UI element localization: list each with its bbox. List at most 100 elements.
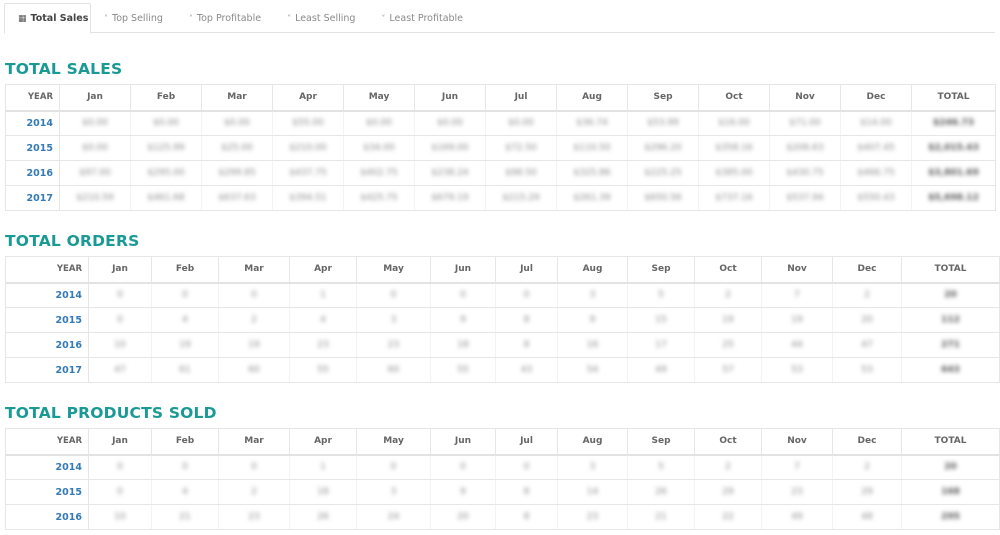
column-header-dec[interactable]: Dec (840, 84, 912, 112)
year-link[interactable]: 2014 (5, 282, 89, 308)
month-value-cell: $0.00 (414, 110, 486, 136)
column-header-year[interactable]: YEAR (5, 84, 60, 112)
table-row: 2014 0 0 0 1 0 0 0 3 5 2 7 2 20 (5, 282, 1000, 308)
column-header-apr[interactable]: Apr (289, 428, 357, 456)
column-header-aug[interactable]: Aug (557, 256, 628, 284)
column-header-jul[interactable]: Jul (495, 256, 558, 284)
column-header-nov[interactable]: Nov (761, 428, 833, 456)
tab-label: Top Selling (112, 12, 163, 24)
section-title-total-sales: TOTAL SALES (5, 60, 123, 78)
column-header-dec[interactable]: Dec (832, 428, 902, 456)
tab-label: Top Profitable (196, 12, 262, 24)
tab-label: Total Sales (30, 13, 89, 24)
month-value-cell: 10 (88, 332, 152, 358)
column-header-year[interactable]: YEAR (5, 428, 89, 456)
month-value-cell: $650.56 (627, 185, 699, 211)
year-link[interactable]: 2016 (5, 504, 89, 530)
month-value-cell: $637.63 (201, 185, 273, 211)
column-header-mar[interactable]: Mar (218, 256, 290, 284)
month-value-cell: $0.00 (59, 110, 131, 136)
chevron-double-down-icon: ˅ (287, 13, 292, 23)
column-header-total[interactable]: TOTAL (901, 256, 1000, 284)
tab-total-sales[interactable]: ▦ Total Sales (4, 3, 91, 34)
month-value-cell: $437.75 (272, 160, 344, 186)
column-header-total[interactable]: TOTAL (901, 428, 1000, 456)
month-value-cell: 19 (151, 332, 219, 358)
month-value-cell: 9 (557, 307, 628, 333)
month-value-cell: $72.50 (485, 135, 557, 161)
column-header-mar[interactable]: Mar (218, 428, 290, 456)
year-link[interactable]: 2014 (5, 454, 89, 480)
month-value-cell: $466.75 (840, 160, 912, 186)
column-header-sep[interactable]: Sep (627, 84, 699, 112)
column-header-jun[interactable]: Jun (430, 256, 496, 284)
month-value-cell: 1 (289, 454, 357, 480)
row-total-cell: 20 (901, 454, 1000, 480)
column-header-nov[interactable]: Nov (769, 84, 841, 112)
column-header-may[interactable]: May (343, 84, 415, 112)
month-value-cell: 47 (88, 357, 152, 383)
month-value-cell: 49 (761, 504, 833, 530)
column-header-jun[interactable]: Jun (430, 428, 496, 456)
column-header-aug[interactable]: Aug (556, 84, 628, 112)
column-header-jul[interactable]: Jul (495, 428, 558, 456)
month-value-cell: 3 (356, 307, 431, 333)
column-header-apr[interactable]: Apr (272, 84, 344, 112)
total-products-sold-table: YEAR Jan Feb Mar Apr May Jun Jul Aug Sep Oct Nov Dec… (5, 428, 1000, 530)
month-value-cell: 19 (694, 307, 762, 333)
column-header-jul[interactable]: Jul (485, 84, 557, 112)
year-link[interactable]: 2015 (5, 479, 89, 505)
year-link[interactable]: 2015 (5, 307, 89, 333)
month-value-cell: 26 (289, 504, 357, 530)
column-header-feb[interactable]: Feb (130, 84, 202, 112)
column-header-may[interactable]: May (356, 256, 431, 284)
table-icon: ▦ (18, 13, 27, 24)
tab-least-profitable[interactable]: ˅ Least Profitable (368, 3, 476, 33)
year-link[interactable]: 2017 (5, 185, 60, 211)
year-link[interactable]: 2017 (5, 357, 89, 383)
column-header-oct[interactable]: Oct (694, 428, 762, 456)
column-header-total[interactable]: TOTAL (911, 84, 996, 112)
month-value-cell: $461.68 (130, 185, 202, 211)
tab-top-selling[interactable]: ˄ Top Selling (91, 3, 176, 33)
column-header-sep[interactable]: Sep (627, 428, 695, 456)
column-header-oct[interactable]: Oct (694, 256, 762, 284)
year-link[interactable]: 2016 (5, 332, 89, 358)
column-header-feb[interactable]: Feb (151, 256, 219, 284)
month-value-cell: 1 (289, 282, 357, 308)
column-header-dec[interactable]: Dec (832, 256, 902, 284)
table-header-row: YEAR Jan Feb Mar Apr May Jun Jul Aug Sep Oct Nov Dec… (5, 256, 1000, 284)
month-value-cell: 0 (88, 454, 152, 480)
column-header-aug[interactable]: Aug (557, 428, 628, 456)
month-value-cell: 0 (218, 282, 290, 308)
table-row: 2015 0 4 2 18 3 9 8 14 26 29 23 29 168 (5, 479, 1000, 505)
column-header-mar[interactable]: Mar (201, 84, 273, 112)
month-value-cell: $225.25 (627, 160, 699, 186)
month-value-cell: 4 (289, 307, 357, 333)
month-value-cell: 19 (761, 307, 833, 333)
year-link[interactable]: 2014 (5, 110, 60, 136)
month-value-cell: $0.00 (59, 135, 131, 161)
year-link[interactable]: 2015 (5, 135, 60, 161)
column-header-jan[interactable]: Jan (59, 84, 131, 112)
column-header-jan[interactable]: Jan (88, 256, 152, 284)
column-header-feb[interactable]: Feb (151, 428, 219, 456)
column-header-jan[interactable]: Jan (88, 428, 152, 456)
column-header-may[interactable]: May (356, 428, 431, 456)
month-value-cell: $537.94 (769, 185, 841, 211)
column-header-apr[interactable]: Apr (289, 256, 357, 284)
month-value-cell: 17 (627, 332, 695, 358)
month-value-cell: $16.00 (698, 110, 770, 136)
column-header-oct[interactable]: Oct (698, 84, 770, 112)
tab-top-profitable[interactable]: ˄ Top Profitable (176, 3, 274, 33)
column-header-jun[interactable]: Jun (414, 84, 486, 112)
tab-least-selling[interactable]: ˅ Least Selling (274, 3, 368, 33)
column-header-year[interactable]: YEAR (5, 256, 89, 284)
month-value-cell: 2 (218, 479, 290, 505)
column-header-sep[interactable]: Sep (627, 256, 695, 284)
year-link[interactable]: 2016 (5, 160, 60, 186)
month-value-cell: 3 (356, 479, 431, 505)
month-value-cell: 0 (356, 282, 431, 308)
month-value-cell: $34.00 (343, 135, 415, 161)
column-header-nov[interactable]: Nov (761, 256, 833, 284)
